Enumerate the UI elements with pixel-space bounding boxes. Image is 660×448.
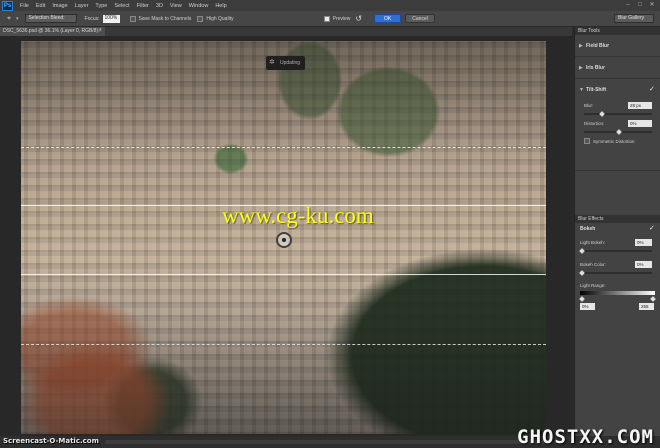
blur-gallery-pin-icon[interactable]: ⌖ [4, 14, 14, 24]
expand-triangle-icon[interactable]: ▶ [579, 43, 583, 49]
reset-pins-icon[interactable]: ↺ [355, 14, 362, 23]
spinner-icon: ✲ [269, 59, 275, 66]
bokeh-color-field[interactable]: 0% [635, 261, 652, 268]
document-tab-row: DSC_5636.psd @ 36.1% (Layer 0, RGB/8) * … [0, 27, 572, 36]
light-range-label: Light Range: [580, 283, 606, 288]
bokeh-checkbox-icon[interactable]: ✓ [649, 225, 656, 232]
horizontal-scrollbar[interactable] [105, 440, 545, 444]
menu-window[interactable]: Window [189, 3, 209, 9]
bokeh-color-label: Bokeh Color: [580, 262, 607, 267]
focus-field[interactable]: 100% [102, 14, 120, 23]
tilt-shift-inner-bottom-line[interactable] [21, 274, 546, 275]
preview-checkbox[interactable] [323, 15, 330, 22]
distortion-field[interactable]: 0% [628, 120, 652, 127]
updating-indicator: ✲ Updating [266, 56, 306, 70]
blur-tools-header: Blur Tools [575, 27, 660, 35]
blur-pin-icon[interactable] [276, 232, 292, 248]
watermark-text: www.cg-ku.com [222, 203, 374, 228]
preview-label: Preview [332, 15, 351, 22]
focus-label: Focus: [84, 15, 100, 22]
light-range-min-knob[interactable] [579, 296, 585, 302]
bokeh-section: Bokeh ✓ Light Bokeh: 0% Bokeh Color: 0% … [575, 223, 660, 319]
status-bar: Screencast-O-Matic.com GHOSTXX.COM [0, 426, 660, 448]
light-range-gradient[interactable] [580, 291, 655, 295]
menu-file[interactable]: File [20, 3, 29, 9]
tilt-shift-checkbox-icon[interactable]: ✓ [649, 86, 656, 93]
menu-view[interactable]: View [170, 3, 182, 9]
close-tab-icon[interactable]: ✕ [98, 27, 102, 36]
menu-type[interactable]: Type [95, 3, 107, 9]
tool-dropdown-icon[interactable]: ▾ [16, 16, 19, 22]
maximize-icon[interactable]: □ [636, 1, 644, 9]
light-range-max-field[interactable]: 255 [639, 303, 654, 310]
window-controls: – □ ✕ [624, 1, 656, 9]
blur-panel: Blur Tools ▶ Field Blur ▶ Iris Blur ▼ Ti… [574, 27, 660, 436]
symmetric-distortion-checkbox[interactable] [584, 138, 590, 144]
distortion-label: Distortion: [584, 121, 605, 126]
canvas-area: ✲ Updating www.cg-ku.com [0, 36, 572, 436]
symmetric-distortion-label: Symmetric Distortion [593, 139, 635, 144]
minimize-icon[interactable]: – [624, 1, 632, 9]
menu-select[interactable]: Select [114, 3, 129, 9]
light-bokeh-field[interactable]: 0% [635, 239, 652, 246]
collapse-triangle-icon[interactable]: ▼ [579, 87, 584, 93]
blur-slider[interactable] [584, 113, 652, 115]
save-mask-checkbox[interactable] [129, 15, 136, 22]
ok-button[interactable]: OK [374, 14, 402, 23]
iris-blur-label: Iris Blur [586, 65, 605, 71]
tilt-shift-label: Tilt-Shift [586, 87, 607, 93]
menu-help[interactable]: Help [215, 3, 226, 9]
bokeh-label: Bokeh [580, 226, 596, 232]
options-bar: ⌖ ▾ Selection Bleed: Focus: 100% Save Ma… [0, 11, 660, 27]
save-mask-label: Save Mask to Channels [138, 15, 192, 22]
photoshop-logo: Ps [2, 0, 13, 11]
high-quality-checkbox[interactable] [197, 15, 204, 22]
blur-label: Blur: [584, 103, 594, 108]
document-tab[interactable]: DSC_5636.psd @ 36.1% (Layer 0, RGB/8) * … [0, 27, 105, 36]
updating-label: Updating [280, 60, 301, 66]
field-blur-label: Field Blur [586, 43, 610, 49]
menu-filter[interactable]: Filter [137, 3, 149, 9]
menu-image[interactable]: Image [52, 3, 67, 9]
light-range-min-field[interactable]: 0% [580, 303, 595, 310]
close-icon[interactable]: ✕ [648, 1, 656, 9]
menu-edit[interactable]: Edit [36, 3, 45, 9]
high-quality-label: High Quality [206, 15, 234, 22]
field-blur-section[interactable]: ▶ Field Blur [575, 35, 660, 57]
menu-layer[interactable]: Layer [75, 3, 89, 9]
tilt-shift-outer-top-line[interactable] [21, 147, 546, 148]
menu-bar: Ps File Edit Image Layer Type Select Fil… [0, 0, 660, 11]
selection-bleed-dropdown[interactable]: Selection Bleed: [24, 14, 77, 23]
image-canvas[interactable]: ✲ Updating www.cg-ku.com [21, 41, 546, 434]
workspace-dropdown[interactable]: Blur Gallery [614, 14, 654, 23]
light-bokeh-slider[interactable] [580, 250, 652, 252]
expand-triangle-icon[interactable]: ▶ [579, 65, 583, 71]
menu-3d[interactable]: 3D [156, 3, 163, 9]
bokeh-color-slider[interactable] [580, 272, 652, 274]
light-range-max-knob[interactable] [650, 296, 656, 302]
cancel-button[interactable]: Cancel [405, 14, 436, 23]
tilt-shift-section[interactable]: ▼ Tilt-Shift ✓ Blur: 28 px Distortion: 0… [575, 79, 660, 171]
blur-effects-header: Blur Effects [575, 215, 660, 223]
blur-amount-field[interactable]: 28 px [628, 102, 652, 109]
iris-blur-section[interactable]: ▶ Iris Blur [575, 57, 660, 79]
tilt-shift-outer-bottom-line[interactable] [21, 344, 546, 345]
document-tab-title: DSC_5636.psd @ 36.1% (Layer 0, RGB/8) * [3, 28, 102, 34]
light-bokeh-label: Light Bokeh: [580, 240, 606, 245]
screencast-logo: Screencast-O-Matic.com [3, 437, 99, 445]
brand-watermark: GHOSTXX.COM [517, 426, 654, 448]
